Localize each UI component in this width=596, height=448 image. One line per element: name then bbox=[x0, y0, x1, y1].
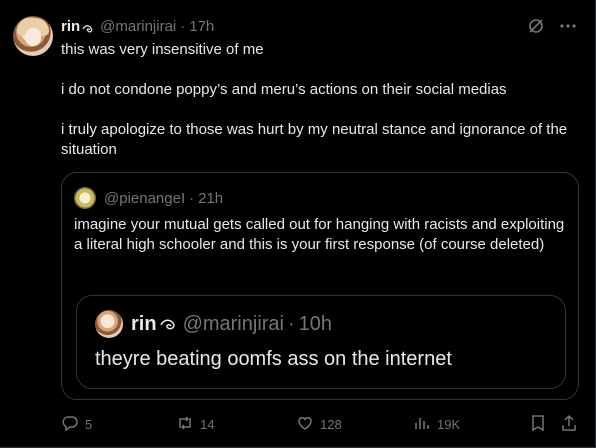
author-name[interactable]: rin bbox=[61, 18, 80, 36]
quoted-post[interactable]: @pienangeI · 21h imagine your mutual get… bbox=[61, 172, 579, 400]
avatar-face bbox=[25, 28, 41, 46]
post-line-3: i truly apologize to those was hurt by m… bbox=[61, 121, 568, 158]
reply-button[interactable]: 5 bbox=[61, 414, 92, 435]
quote-separator-dot: · bbox=[189, 189, 195, 207]
retweet-count: 14 bbox=[200, 417, 215, 432]
like-button[interactable]: 128 bbox=[296, 414, 342, 435]
retweet-icon bbox=[176, 414, 194, 435]
action-bar: 5 14 128 19K bbox=[61, 414, 581, 434]
avatar[interactable] bbox=[13, 16, 53, 56]
post-body: this was very insensitive of me i do not… bbox=[61, 40, 571, 180]
views-count: 19K bbox=[437, 417, 461, 432]
inner-swirl-icon bbox=[159, 315, 177, 333]
tweet-container: rin @marinjirai · 17h this was very inse… bbox=[0, 0, 596, 448]
inner-avatar bbox=[95, 310, 123, 338]
quote-header: @pienangeI · 21h bbox=[74, 187, 223, 209]
bookmark-icon bbox=[529, 414, 547, 435]
views-icon bbox=[413, 414, 431, 435]
swirl-icon bbox=[82, 21, 94, 33]
author-handle[interactable]: @marinjirai bbox=[100, 18, 176, 36]
grok-icon[interactable] bbox=[527, 17, 545, 35]
top-actions bbox=[527, 17, 577, 35]
bookmark-button[interactable] bbox=[529, 414, 547, 435]
inner-time: 10h bbox=[298, 313, 333, 335]
reply-count: 5 bbox=[85, 417, 93, 432]
quote-avatar bbox=[74, 187, 96, 209]
quote-time: 21h bbox=[198, 189, 224, 207]
inner-header: rin @marinjirai · 10h bbox=[95, 310, 332, 338]
like-count: 128 bbox=[320, 417, 342, 432]
separator-dot: · bbox=[180, 18, 186, 35]
share-button[interactable] bbox=[560, 414, 578, 435]
reply-icon bbox=[61, 414, 79, 435]
inner-author-name: rin bbox=[131, 313, 157, 335]
share-icon bbox=[560, 414, 578, 435]
inner-separator-dot: · bbox=[288, 313, 295, 335]
inner-handle: @marinjirai bbox=[182, 313, 284, 335]
embedded-screenshot: rin @marinjirai · 10h theyre beating oom… bbox=[76, 295, 566, 389]
tweet-header: rin @marinjirai · 17h bbox=[61, 18, 214, 36]
more-icon[interactable] bbox=[559, 17, 577, 35]
like-icon bbox=[296, 414, 314, 435]
inner-text: theyre beating oomfs ass on the internet bbox=[95, 348, 452, 370]
retweet-button[interactable]: 14 bbox=[176, 414, 214, 435]
post-line-1: this was very insensitive of me bbox=[61, 41, 264, 58]
quote-text: imagine your mutual gets called out for … bbox=[74, 216, 565, 253]
post-line-2: i do not condone poppy’s and meru’s acti… bbox=[61, 81, 507, 98]
views-button[interactable]: 19K bbox=[413, 414, 460, 435]
post-time[interactable]: 17h bbox=[189, 18, 214, 36]
quote-handle: @pienangeI bbox=[104, 189, 186, 207]
